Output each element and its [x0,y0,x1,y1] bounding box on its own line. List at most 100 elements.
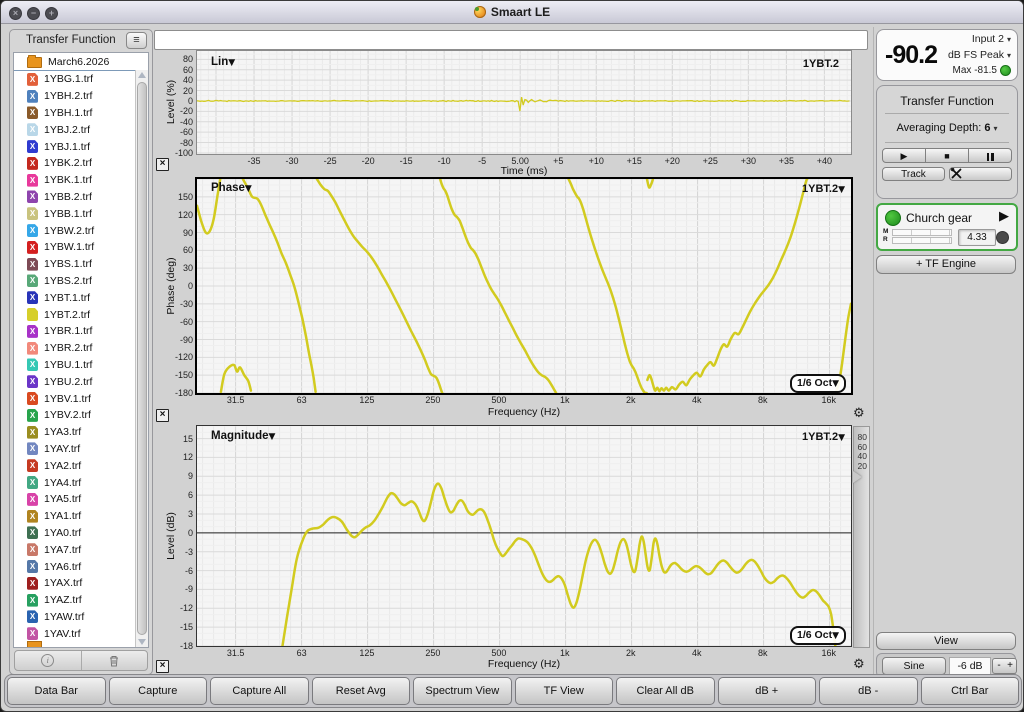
signal-type-button[interactable]: Sine [882,657,946,675]
list-item[interactable]: X 1YBR.1.trf [14,323,148,340]
toolbar-button-spectrum-view[interactable]: Spectrum View [413,677,512,705]
list-item[interactable]: 1YBT.2.trf [14,306,148,323]
phase-chart-type-dropdown[interactable]: Phase▼ [211,182,252,194]
tools-button[interactable] [949,167,1012,181]
scroll-down-icon[interactable] [138,639,146,645]
toolbar-button-db-[interactable]: dB - [819,677,918,705]
engine-led-icon [885,210,901,226]
file-name: 1YBB.2.trf [44,190,92,203]
list-item[interactable]: X 1YBS.1.trf [14,256,148,273]
axis-tick-label: -30 [285,156,299,166]
file-icon: X [27,89,38,103]
list-item[interactable]: X 1YBW.1.trf [14,239,148,256]
list-item[interactable]: X 1YA0.trf [14,525,148,542]
list-item[interactable]: X 1YBR.2.trf [14,340,148,357]
list-item[interactable]: X 1YBT.1.trf [14,289,148,306]
toolbar-button-capture-all[interactable]: Capture All [210,677,309,705]
tf-engine-church-gear[interactable]: Church gear ▶ M R 4.33 [876,203,1018,251]
list-item[interactable]: X 1YBH.1.trf [14,105,148,122]
folder-row[interactable]: March6.2026 [14,53,148,71]
list-item[interactable]: X 1YBJ.1.trf [14,138,148,155]
view-button[interactable]: View [876,632,1016,650]
list-item[interactable]: X 1YBB.2.trf [14,189,148,206]
list-item[interactable]: X 1YBB.1.trf [14,205,148,222]
averaging-depth-dropdown[interactable]: Averaging Depth: 6 ▾ [877,122,1017,134]
meter-r-label: R [883,236,888,243]
stop-button[interactable]: ■ [926,148,969,163]
file-name: 1YA1.trf [44,510,82,523]
list-item[interactable]: X 1YA7.trf [14,541,148,558]
track-button[interactable]: Track [882,167,945,181]
list-item[interactable]: X 1YBJ.2.trf [14,121,148,138]
list-item[interactable]: X 1YAW.trf [14,609,148,626]
phase-smoothing-dropdown[interactable]: 1/6 Oct▼ [790,374,846,393]
magnitude-close-icon[interactable]: × [156,660,169,673]
axis-tick-label: 9 [187,471,193,482]
file-name: 1YAW.trf [44,610,85,623]
lin-chart[interactable] [196,50,852,155]
toolbar-button-clear-all-db[interactable]: Clear All dB [616,677,715,705]
magnitude-smoothing-dropdown[interactable]: 1/6 Oct▼ [790,626,846,645]
list-item[interactable]: X 1YAZ.trf [14,592,148,609]
level-plus-button[interactable]: + [1004,658,1017,674]
file-delete-button[interactable] [80,651,148,670]
sidebar-menu-icon[interactable]: ≡ [126,32,147,49]
phase-close-icon[interactable]: × [156,409,169,422]
delay-value-field[interactable]: 4.33 [958,229,996,246]
scrollbar-thumb[interactable] [137,82,147,635]
list-item[interactable]: X 1YA3.trf [14,424,148,441]
list-item[interactable]: X 1YBU.2.trf [14,373,148,390]
file-info-button[interactable]: i [15,651,81,670]
phase-chart[interactable] [195,177,853,395]
coherence-pointer[interactable] [853,471,862,483]
input-select-dropdown[interactable]: Input 2 ▾ [972,33,1011,45]
list-item[interactable]: X 1YA6.trf [14,558,148,575]
list-item[interactable]: X 1YBW.2.trf [14,222,148,239]
add-tf-engine-button[interactable]: + TF Engine [876,255,1016,274]
list-item[interactable]: X 1YAV.trf [14,625,148,642]
file-name: 1YBH.1.trf [44,106,93,119]
list-item[interactable]: X 1YBV.1.trf [14,390,148,407]
scroll-up-icon[interactable] [138,72,146,78]
axis-tick-label: 40 [182,75,193,86]
play-button[interactable]: ▶ [882,148,926,163]
list-item[interactable]: X 1YA4.trf [14,474,148,491]
list-item[interactable]: X 1YBV.2.trf [14,407,148,424]
engine-play-icon[interactable]: ▶ [999,209,1009,224]
list-item[interactable]: X 1YAY.trf [14,441,148,458]
axis-tick-label: -35 [247,156,261,166]
file-name: 1YA2.trf [44,459,82,472]
toolbar-button-reset-avg[interactable]: Reset Avg [311,677,410,705]
list-item[interactable]: X 1YBU.1.trf [14,357,148,374]
list-item[interactable]: X 1YBK.1.trf [14,172,148,189]
list-item[interactable]: X 1YA1.trf [14,508,148,525]
phase-settings-gear-icon[interactable]: ⚙ [853,407,865,420]
magnitude-trace-dropdown[interactable]: 1YBT.2▼ [802,431,845,443]
coherence-scale[interactable]: 80 60 40 20 [853,426,870,648]
toolbar-button-ctrl-bar[interactable]: Ctrl Bar [920,677,1019,705]
lin-close-icon[interactable]: × [156,158,169,171]
file-list-scrollbar[interactable] [135,70,148,647]
magnitude-chart-type-dropdown[interactable]: Magnitude▼ [211,430,275,442]
list-item[interactable]: X 1YA2.trf [14,457,148,474]
magnitude-settings-gear-icon[interactable]: ⚙ [853,658,865,671]
magnitude-chart[interactable] [196,425,852,647]
list-item[interactable]: X 1YAX.trf [14,575,148,592]
list-item[interactable]: X 1YBG.1.trf [14,71,148,88]
toolbar-button-tf-view[interactable]: TF View [514,677,613,705]
file-name: 1YBJ.2.trf [44,123,91,136]
phase-trace-dropdown[interactable]: 1YBT.2▼ [802,183,845,195]
list-item[interactable]: X 1YBK.2.trf [14,155,148,172]
toolbar-button-data-bar[interactable]: Data Bar [7,677,106,705]
meter-unit-dropdown[interactable]: dB FS Peak ▾ [948,49,1011,61]
record-dot-icon[interactable] [996,231,1009,244]
toolbar-button-db-[interactable]: dB + [717,677,816,705]
list-item[interactable]: X 1YA5.trf [14,491,148,508]
pause-button[interactable] [969,148,1012,163]
list-item[interactable]: X 1YBH.2.trf [14,88,148,105]
toolbar-button-capture[interactable]: Capture [108,677,207,705]
plot-toolbar [154,30,868,50]
list-item[interactable]: X 1YBS.2.trf [14,273,148,290]
file-name: 1YBT.2.trf [44,308,91,321]
lin-chart-type-dropdown[interactable]: Lin▼ [211,56,235,68]
